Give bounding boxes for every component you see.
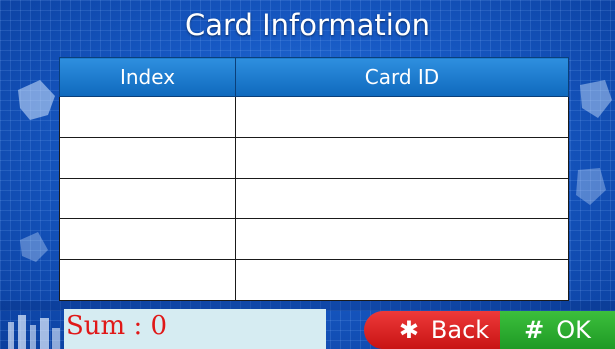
- table-row[interactable]: [59, 96, 569, 138]
- table-row[interactable]: [59, 136, 569, 179]
- hash-icon: #: [524, 316, 545, 344]
- table-row[interactable]: [59, 177, 569, 220]
- ok-button-label: OK: [556, 316, 591, 344]
- sum-label: Sum : 0: [66, 311, 168, 341]
- table-header-row: Index Card ID: [59, 57, 569, 97]
- table-cell-index: [59, 136, 236, 179]
- table-cell-index: [59, 177, 236, 220]
- asterisk-icon: ✱: [398, 316, 419, 344]
- column-header-index: Index: [59, 57, 236, 97]
- back-button-label: Back: [430, 316, 490, 344]
- table-cell-index: [59, 96, 236, 138]
- column-header-card-id: Card ID: [235, 57, 569, 97]
- table-cell-index: [59, 259, 236, 301]
- page-title: Card Information: [185, 8, 430, 42]
- table-row[interactable]: [59, 259, 569, 301]
- table-cell-card-id: [235, 218, 569, 261]
- table-cell-card-id: [235, 96, 569, 138]
- table-cell-card-id: [235, 136, 569, 179]
- table-row[interactable]: [59, 218, 569, 261]
- card-table: Index Card ID: [59, 57, 569, 301]
- table-cell-card-id: [235, 177, 569, 220]
- screen: Card Information Index Card ID Sum: 0 ✱…: [0, 0, 615, 349]
- table-cell-index: [59, 218, 236, 261]
- ok-button[interactable]: # OK: [500, 311, 615, 349]
- table-cell-card-id: [235, 259, 569, 301]
